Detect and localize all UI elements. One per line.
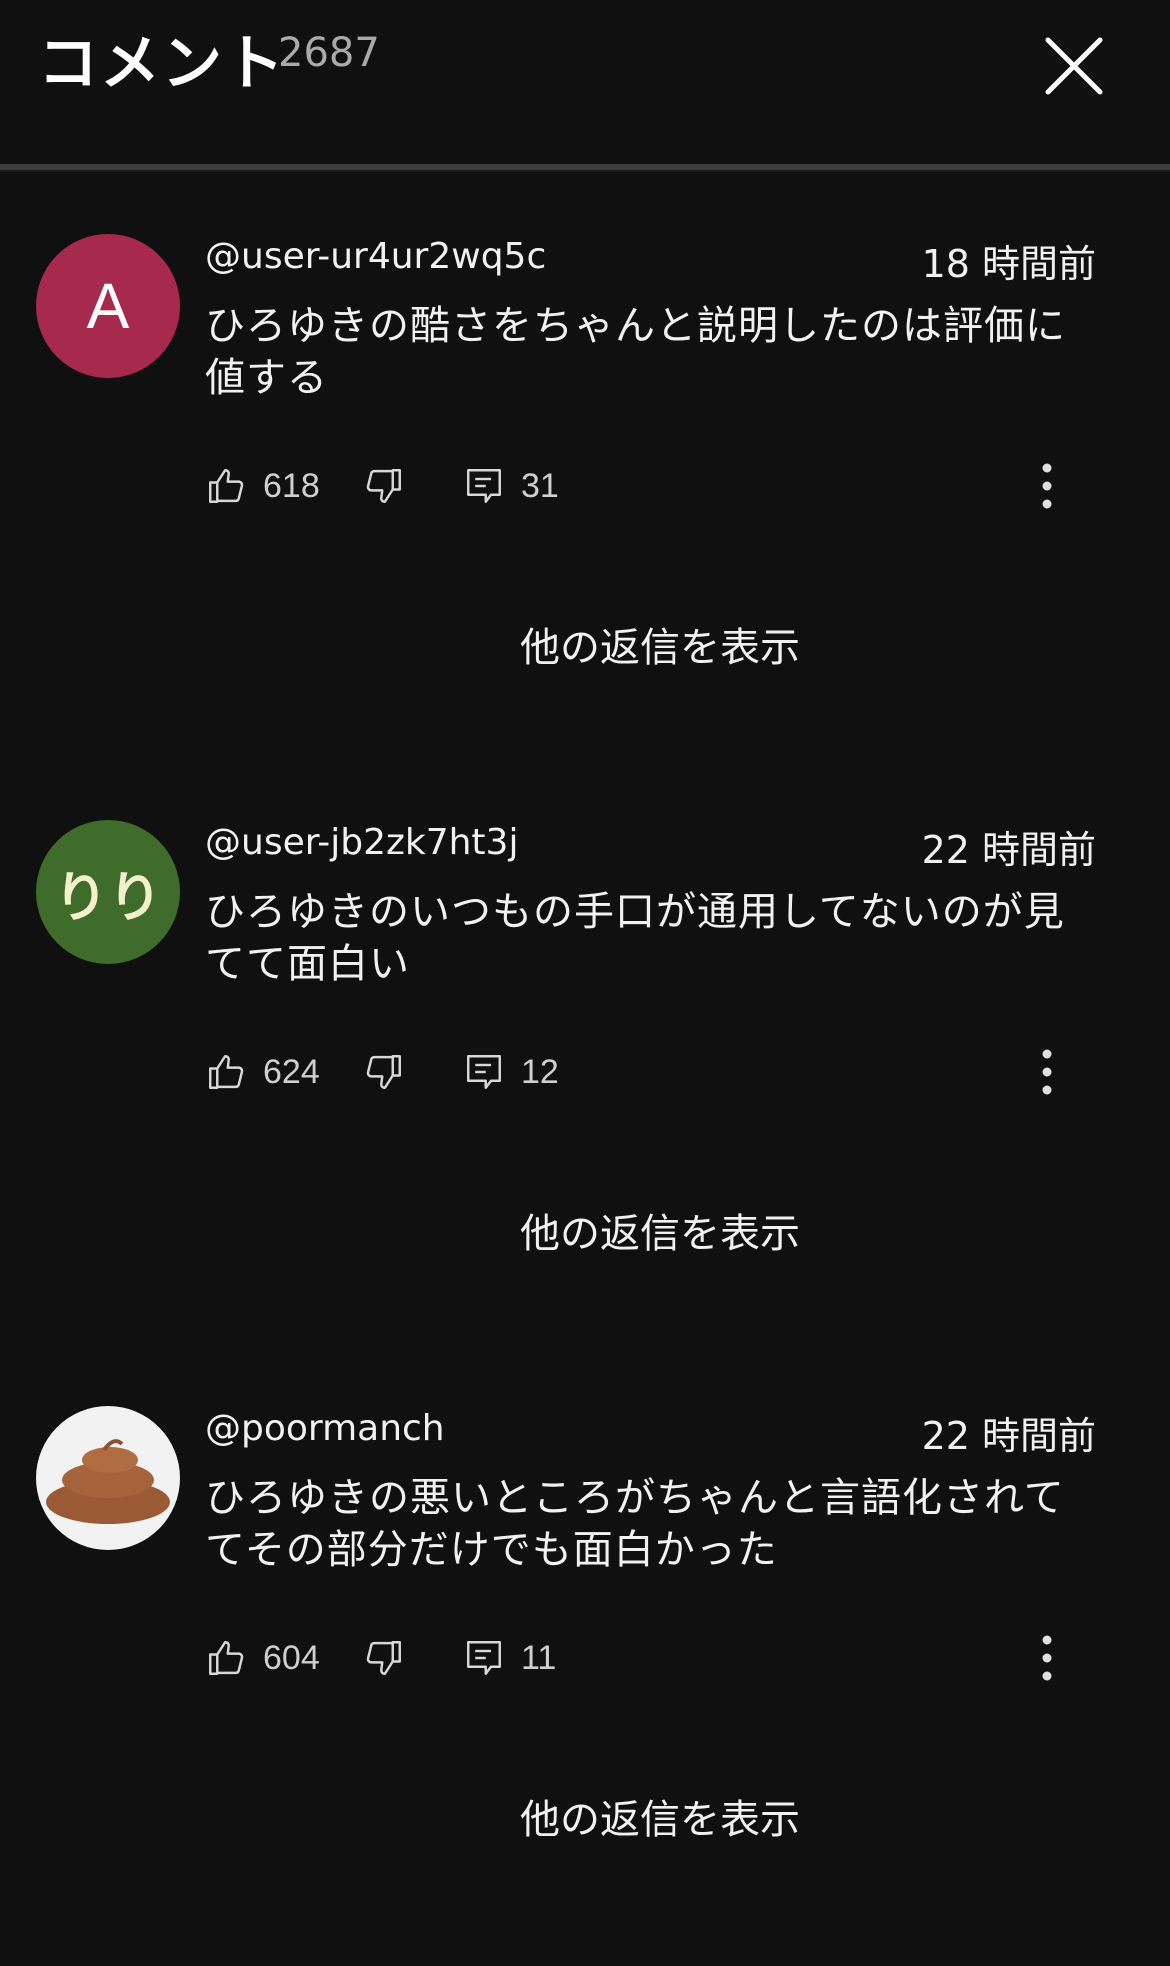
avatar[interactable]	[36, 1406, 180, 1550]
show-replies-button[interactable]: 他の返信を表示	[440, 1794, 880, 1846]
close-icon	[1045, 37, 1103, 95]
reply-count: 11	[521, 1638, 557, 1677]
comment-timestamp: 22 時間前	[921, 1414, 1096, 1458]
comment-author[interactable]: @user-jb2zk7ht3j	[205, 820, 518, 866]
comment-timestamp: 18 時間前	[921, 242, 1096, 286]
reply-button[interactable]: 11	[463, 1628, 556, 1688]
comment-text: ひろゆきのいつもの手口が通用してないのが見てて面白い	[205, 889, 1065, 987]
header-divider	[0, 164, 1170, 172]
comment-actions: 618 31	[205, 456, 1085, 516]
thumbs-up-icon	[209, 469, 244, 503]
comment-count: 2687	[278, 30, 380, 76]
comment-author[interactable]: @user-ur4ur2wq5c	[205, 234, 546, 280]
thumbs-down-icon	[366, 1641, 401, 1675]
dislike-button[interactable]	[363, 1628, 405, 1688]
comments-header: コメント 2687	[0, 0, 1170, 166]
like-button[interactable]: 618	[205, 456, 320, 516]
avatar-initial: りり	[54, 867, 162, 928]
like-count: 624	[263, 1052, 320, 1091]
comment-icon	[467, 1641, 501, 1675]
thumbs-up-icon	[209, 1641, 244, 1675]
close-button[interactable]	[1040, 32, 1108, 100]
page-title: コメント	[38, 29, 286, 99]
comment-thread: りり @user-jb2zk7ht3j 22 時間前 ひろゆきのいつもの手口が通…	[0, 820, 1170, 1380]
comment-actions: 624 12	[205, 1042, 1085, 1102]
comment-author[interactable]: @poormanch	[205, 1406, 445, 1452]
like-button[interactable]: 624	[205, 1042, 320, 1102]
like-count: 604	[263, 1638, 320, 1677]
avatar[interactable]: A	[36, 234, 180, 378]
show-replies-button[interactable]: 他の返信を表示	[440, 622, 880, 674]
show-replies-button[interactable]: 他の返信を表示	[440, 1208, 880, 1260]
avatar[interactable]: りり	[36, 820, 180, 964]
avatar-initial: A	[86, 270, 130, 342]
reply-count: 12	[521, 1052, 559, 1091]
more-vertical-icon	[1042, 1635, 1052, 1681]
comment-icon	[467, 469, 501, 503]
more-options-button[interactable]	[1037, 1046, 1057, 1098]
poop-icon	[46, 1439, 170, 1524]
more-vertical-icon	[1042, 463, 1052, 509]
reply-count: 31	[521, 466, 559, 505]
comment-text: ひろゆきの悪いところがちゃんと言語化されててその部分だけでも面白かった	[205, 1475, 1065, 1573]
more-vertical-icon	[1042, 1049, 1052, 1095]
thumbs-down-icon	[366, 469, 401, 503]
thumbs-down-icon	[366, 1055, 401, 1089]
like-count: 618	[263, 466, 320, 505]
comment-text: ひろゆきの酷さをちゃんと説明したのは評価に値する	[205, 303, 1066, 401]
dislike-button[interactable]	[363, 456, 405, 516]
comment-actions: 604 11	[205, 1628, 1085, 1688]
more-options-button[interactable]	[1037, 460, 1057, 512]
more-options-button[interactable]	[1037, 1632, 1057, 1684]
comment-thread: A @user-ur4ur2wq5c 18 時間前 ひろゆきの酷さをちゃんと説明…	[0, 234, 1170, 794]
comment-thread: @poormanch 22 時間前 ひろゆきの悪いところがちゃんと言語化されてて…	[0, 1406, 1170, 1966]
like-button[interactable]: 604	[205, 1628, 320, 1688]
comment-icon	[467, 1055, 501, 1089]
reply-button[interactable]: 31	[463, 456, 559, 516]
comment-timestamp: 22 時間前	[921, 828, 1096, 872]
thumbs-up-icon	[209, 1055, 244, 1089]
reply-button[interactable]: 12	[463, 1042, 559, 1102]
dislike-button[interactable]	[363, 1042, 405, 1102]
